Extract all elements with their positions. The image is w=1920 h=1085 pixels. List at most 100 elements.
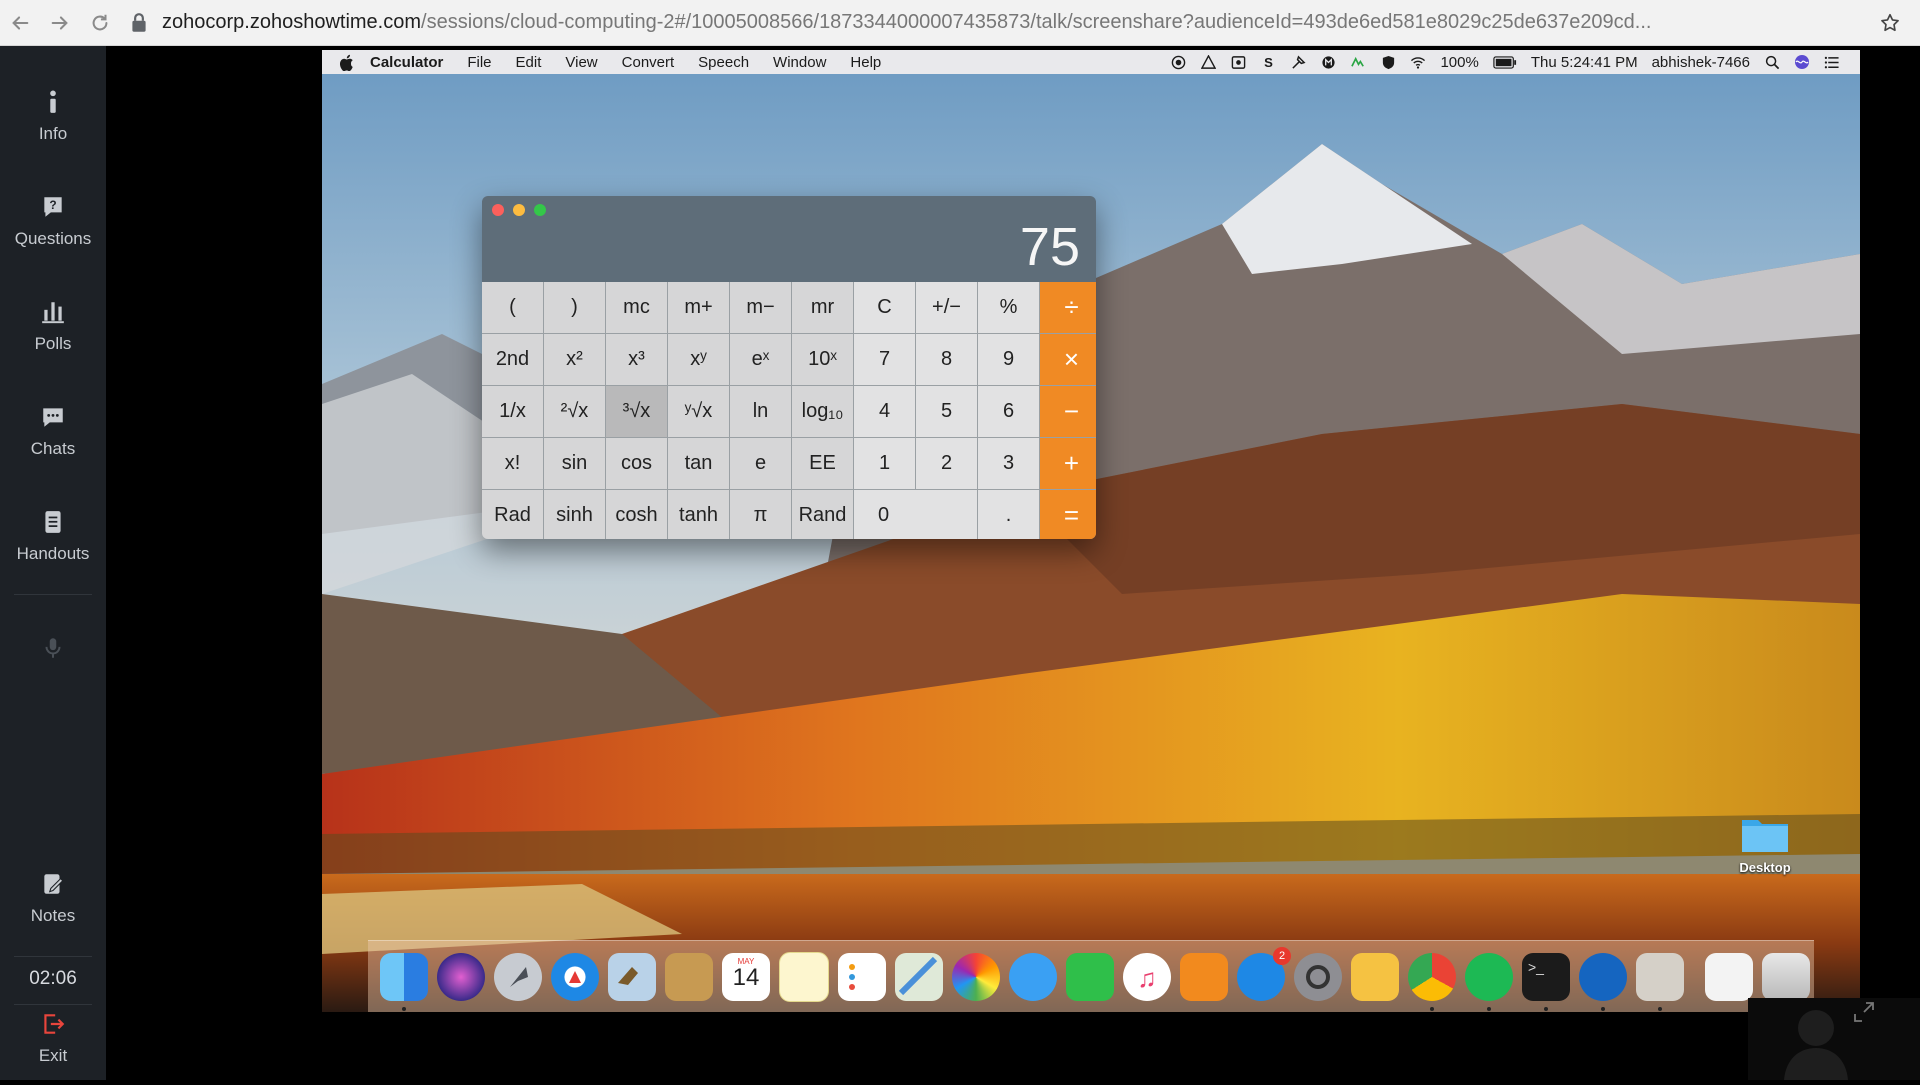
key-reciprocal[interactable]: 1/x [482, 386, 543, 437]
battery-icon[interactable] [1493, 54, 1517, 70]
key-plus[interactable]: + [1040, 438, 1096, 489]
key-2[interactable]: 2 [916, 438, 977, 489]
key-cube[interactable]: x³ [606, 334, 667, 385]
skype-icon[interactable]: S [1260, 54, 1276, 70]
key-memory-add[interactable]: m+ [668, 282, 729, 333]
sidebar-item-info[interactable]: Info [0, 86, 106, 144]
reminders-icon[interactable] [838, 952, 886, 1001]
menubar-clock[interactable]: Thu 5:24:41 PM [1531, 54, 1638, 71]
key-exp[interactable]: eˣ [730, 334, 791, 385]
key-sign[interactable]: +/− [916, 282, 977, 333]
messages-icon[interactable] [1009, 952, 1057, 1001]
key-square-root[interactable]: ²√x [544, 386, 605, 437]
key-pi[interactable]: π [730, 490, 791, 539]
quicktime-icon[interactable] [1579, 952, 1627, 1011]
contacts-icon[interactable] [665, 952, 713, 1001]
key-nth-root[interactable]: ʸ√x [668, 386, 729, 437]
key-memory-subtract[interactable]: m− [730, 282, 791, 333]
spotlight-search-icon[interactable] [1764, 54, 1780, 70]
key-power[interactable]: xʸ [668, 334, 729, 385]
vpn-icon[interactable] [1380, 54, 1396, 70]
key-rand[interactable]: Rand [792, 490, 853, 539]
key-tan[interactable]: tan [668, 438, 729, 489]
key-ee[interactable]: EE [792, 438, 853, 489]
mail-icon[interactable] [608, 952, 656, 1001]
chrome-icon[interactable] [1408, 952, 1456, 1011]
apple-menu[interactable] [340, 54, 362, 71]
key-cosh[interactable]: cosh [606, 490, 667, 539]
facetime-icon[interactable] [1066, 952, 1114, 1001]
address-bar[interactable]: zohocorp.zohoshowtime.com/sessions/cloud… [130, 5, 1860, 41]
documents-stack-icon[interactable] [1705, 952, 1753, 1001]
key-open-paren[interactable]: ( [482, 282, 543, 333]
safari-icon[interactable] [551, 952, 599, 1001]
system-preferences-icon[interactable] [1294, 952, 1342, 1001]
terminal-icon[interactable]: >_ [1522, 952, 1570, 1011]
wifi-icon[interactable] [1410, 54, 1426, 70]
key-9[interactable]: 9 [978, 334, 1039, 385]
menu-window[interactable]: Window [773, 54, 826, 71]
key-e[interactable]: e [730, 438, 791, 489]
minimize-window-button[interactable] [513, 204, 525, 216]
archive-utility-icon[interactable] [1351, 952, 1399, 1001]
key-0[interactable]: 0 [854, 490, 977, 539]
back-button[interactable] [0, 3, 40, 43]
key-clear[interactable]: C [854, 282, 915, 333]
spotify-icon[interactable] [1465, 952, 1513, 1011]
sidebar-item-questions[interactable]: ? Questions [0, 191, 106, 249]
reload-button[interactable] [80, 3, 120, 43]
desktop-folder[interactable]: Desktop [1725, 814, 1805, 875]
record-icon[interactable] [1170, 54, 1186, 70]
menu-convert[interactable]: Convert [622, 54, 675, 71]
finder-icon[interactable] [380, 952, 428, 1011]
app-store-icon[interactable]: 2 [1237, 946, 1291, 1001]
key-factorial[interactable]: x! [482, 438, 543, 489]
screenshot-icon[interactable] [1230, 54, 1246, 70]
exit-button[interactable]: Exit [0, 1008, 106, 1066]
drive-icon[interactable] [1200, 54, 1216, 70]
key-tanh[interactable]: tanh [668, 490, 729, 539]
books-icon[interactable] [1180, 952, 1228, 1001]
notification-center-icon[interactable] [1824, 54, 1840, 70]
key-sinh[interactable]: sinh [544, 490, 605, 539]
key-close-paren[interactable]: ) [544, 282, 605, 333]
key-memory-clear[interactable]: mc [606, 282, 667, 333]
zoom-window-button[interactable] [534, 204, 546, 216]
sidebar-item-handouts[interactable]: Handouts [0, 506, 106, 564]
key-equals[interactable]: = [1040, 490, 1096, 539]
calendar-icon[interactable]: MAY 14 [722, 952, 770, 1001]
menu-speech[interactable]: Speech [698, 54, 749, 71]
key-3[interactable]: 3 [978, 438, 1039, 489]
bookmark-star-button[interactable] [1870, 3, 1910, 43]
launchpad-icon[interactable] [494, 952, 542, 1001]
key-second[interactable]: 2nd [482, 334, 543, 385]
key-sin[interactable]: sin [544, 438, 605, 489]
trash-icon[interactable] [1762, 952, 1810, 1001]
key-ln[interactable]: ln [730, 386, 791, 437]
key-4[interactable]: 4 [854, 386, 915, 437]
sidebar-item-chats[interactable]: Chats [0, 401, 106, 459]
activity-icon[interactable] [1350, 54, 1366, 70]
menubar-user[interactable]: abhishek-7466 [1652, 54, 1750, 71]
menu-help[interactable]: Help [850, 54, 881, 71]
menu-file[interactable]: File [467, 54, 491, 71]
key-7[interactable]: 7 [854, 334, 915, 385]
key-cos[interactable]: cos [606, 438, 667, 489]
menu-edit[interactable]: Edit [516, 54, 542, 71]
siri-dock-icon[interactable] [437, 952, 485, 1001]
close-window-button[interactable] [492, 204, 504, 216]
key-percent[interactable]: % [978, 282, 1039, 333]
key-8[interactable]: 8 [916, 334, 977, 385]
key-1[interactable]: 1 [854, 438, 915, 489]
key-5[interactable]: 5 [916, 386, 977, 437]
notes-app-icon[interactable] [779, 951, 829, 1002]
key-log10[interactable]: log₁₀ [792, 386, 853, 437]
monitor-icon[interactable] [1320, 54, 1336, 70]
microphone-button[interactable] [0, 632, 106, 670]
menu-view[interactable]: View [565, 54, 597, 71]
siri-icon[interactable] [1794, 54, 1810, 70]
calculator-dock-icon[interactable] [1636, 952, 1684, 1011]
key-6[interactable]: 6 [978, 386, 1039, 437]
key-memory-recall[interactable]: mr [792, 282, 853, 333]
sidebar-item-polls[interactable]: Polls [0, 296, 106, 354]
